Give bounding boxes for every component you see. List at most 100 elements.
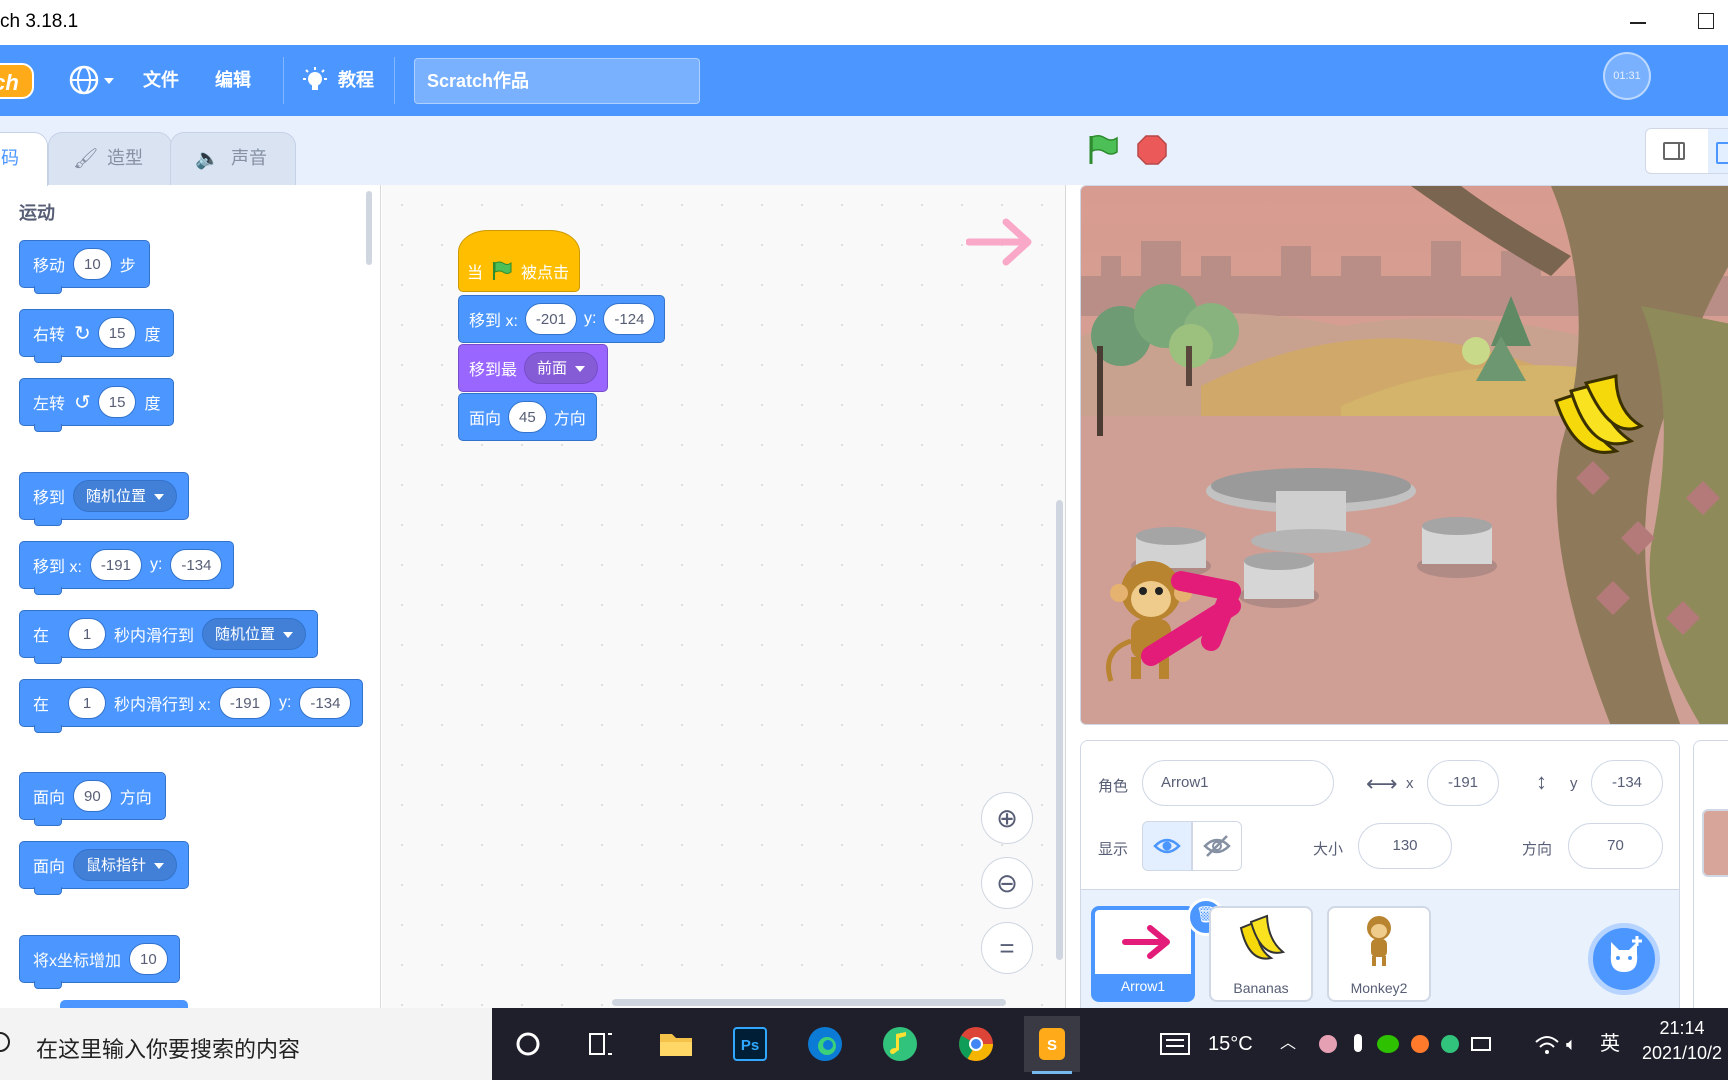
block-turn-left[interactable]: 左转 ↺ 15 度 [19,378,175,432]
layer-dropdown[interactable]: 前面 [524,352,599,384]
zoom-out-icon: ⊖ [996,868,1018,898]
zoom-reset-button[interactable]: = [981,922,1033,974]
degrees-input[interactable]: 15 [97,386,137,418]
taskbar-search-box[interactable]: 在这里输入你要搜索的内容 [0,1008,492,1080]
change-x-input[interactable]: 10 [129,943,168,975]
maximize-button[interactable] [1698,13,1714,29]
seconds-input[interactable]: 1 [68,687,107,719]
chrome-button[interactable] [948,1016,1004,1072]
y-input[interactable]: -124 [603,303,656,335]
point-target-dropdown[interactable]: 鼠标指针 [73,849,178,881]
hide-sprite-button[interactable] [1192,821,1242,871]
block-label: 当 [467,265,484,282]
block-move-steps[interactable]: 移动 10 步 [19,240,150,294]
minimize-button[interactable] [1628,10,1652,34]
seconds-input[interactable]: 1 [68,618,107,650]
y-input[interactable]: -134 [299,687,352,719]
stop-button[interactable] [1136,134,1168,166]
goto-target-dropdown[interactable]: 随机位置 [73,480,178,512]
x-input[interactable]: -201 [524,303,577,335]
x-input[interactable]: -191 [89,549,142,581]
tab-sounds[interactable]: 🔈 声音 [170,132,296,186]
zoom-out-button[interactable]: ⊖ [981,857,1033,909]
direction-input[interactable]: 70 [1568,823,1663,869]
block-change-x[interactable]: 将x坐标增加 10 [19,935,180,989]
size-input[interactable]: 130 [1358,823,1452,869]
block-point-towards[interactable]: 面向 鼠标指针 [19,841,190,895]
language-button[interactable] [68,45,118,116]
show-sprite-button[interactable] [1142,821,1192,871]
add-sprite-button[interactable] [1588,923,1660,995]
chevron-up-icon[interactable]: ︿ [1280,1008,1296,1080]
clock-date: 2021/10/2 [1641,1043,1723,1063]
palette-scrollbar[interactable] [366,191,372,265]
green-flag-button[interactable] [1086,133,1120,167]
small-stage-button[interactable] [1663,142,1685,160]
steps-input[interactable]: 10 [73,248,112,280]
cortana-button[interactable] [500,1016,556,1072]
block-point-direction[interactable]: 面向 90 方向 [19,772,166,826]
project-title-input[interactable]: Scratch作品 [414,58,700,104]
circle-icon [516,1032,540,1056]
block-turn-right[interactable]: 右转 ↻ 15 度 [19,309,175,363]
script-go-to-front-block[interactable]: 移到最 前面 [458,344,609,392]
normal-stage-button[interactable] [1708,129,1728,173]
y-position-input[interactable]: -134 [1591,760,1663,806]
stage-backdrop [1081,186,1728,724]
menu-tutorials[interactable]: 教程 [300,45,374,116]
block-goto[interactable]: 移到 随机位置 [19,472,190,526]
sprite-thumb-monkey2[interactable]: Monkey2 [1327,906,1431,1002]
paintbrush-icon: 🖌 [73,148,99,170]
menu-file[interactable]: 文件 [143,45,179,116]
wifi-icon[interactable] [1532,1008,1562,1080]
y-input[interactable]: -134 [170,549,223,581]
when-flag-clicked-block[interactable]: 当 被点击 [458,230,580,292]
block-glide-xy[interactable]: 在 1 秒内滑行到 x: -191 y: -134 [19,679,364,733]
direction-input[interactable]: 45 [508,401,547,433]
x-input[interactable]: -191 [218,687,271,719]
script-point-direction-block[interactable]: 面向 45 方向 [458,393,597,441]
stage-canvas[interactable] [1080,185,1728,725]
sprite-thumb-arrow1[interactable]: Arrow1 🗑 [1091,898,1225,1002]
degrees-input[interactable]: 15 [97,317,137,349]
x-position-input[interactable]: -191 [1427,760,1499,806]
news-widget-icon[interactable] [1158,1008,1198,1080]
timer-badge: 01:31 [1603,52,1651,100]
block-goto-xy[interactable]: 移到 x: -191 y: -134 [19,541,235,595]
workspace-vertical-scrollbar[interactable] [1056,500,1063,960]
input-method-indicator[interactable]: 英 [1600,1008,1620,1080]
direction-input[interactable]: 90 [73,780,112,812]
sprite-thumb-bananas[interactable]: Bananas [1209,906,1313,1002]
system-tray-icons [1316,1008,1506,1080]
block-label: 移到 [33,490,66,507]
block-label: 移到 x: [469,313,518,330]
glide-target-dropdown[interactable]: 随机位置 [202,618,307,650]
block-glide-to[interactable]: 在 1 秒内滑行到 随机位置 [19,610,319,664]
block-label: 面向 [33,859,66,876]
stage-selector-pane[interactable] [1693,740,1728,1010]
stage-thumbnail[interactable] [1702,809,1728,877]
script-goto-xy-block[interactable]: 移到 x: -201 y: -124 [458,295,666,343]
tab-code[interactable]: 码 [0,132,48,186]
scratch-app-button[interactable]: S [1024,1016,1080,1074]
tab-sounds-label: 声音 [231,148,267,168]
weather-widget[interactable]: 15°C [1208,1008,1253,1080]
globe-icon [69,65,114,95]
volume-icon[interactable]: 🔈︎ [1566,1008,1594,1080]
music-app-button[interactable] [872,1016,928,1072]
sprite-name-input[interactable]: Arrow1 [1142,760,1334,806]
taskbar-clock[interactable]: 21:14 2021/10/2 [1632,1008,1728,1080]
tab-costumes[interactable]: 🖌 造型 [48,132,172,186]
zoom-in-button[interactable]: ⊕ [981,792,1033,844]
photoshop-button[interactable]: Ps [722,1016,778,1072]
menu-edit[interactable]: 编辑 [215,45,251,116]
window-title: ch 3.18.1 [0,11,79,32]
scratch-logo[interactable]: ch [0,63,34,99]
sprite-name: Arrow1 [1095,974,1191,998]
workspace-horizontal-scrollbar[interactable] [612,999,1006,1006]
x-label: x [1406,775,1414,792]
task-view-button[interactable] [572,1016,628,1072]
edge-button[interactable] [797,1016,853,1072]
dropdown-value: 鼠标指针 [86,857,147,874]
file-explorer-button[interactable] [648,1016,704,1072]
